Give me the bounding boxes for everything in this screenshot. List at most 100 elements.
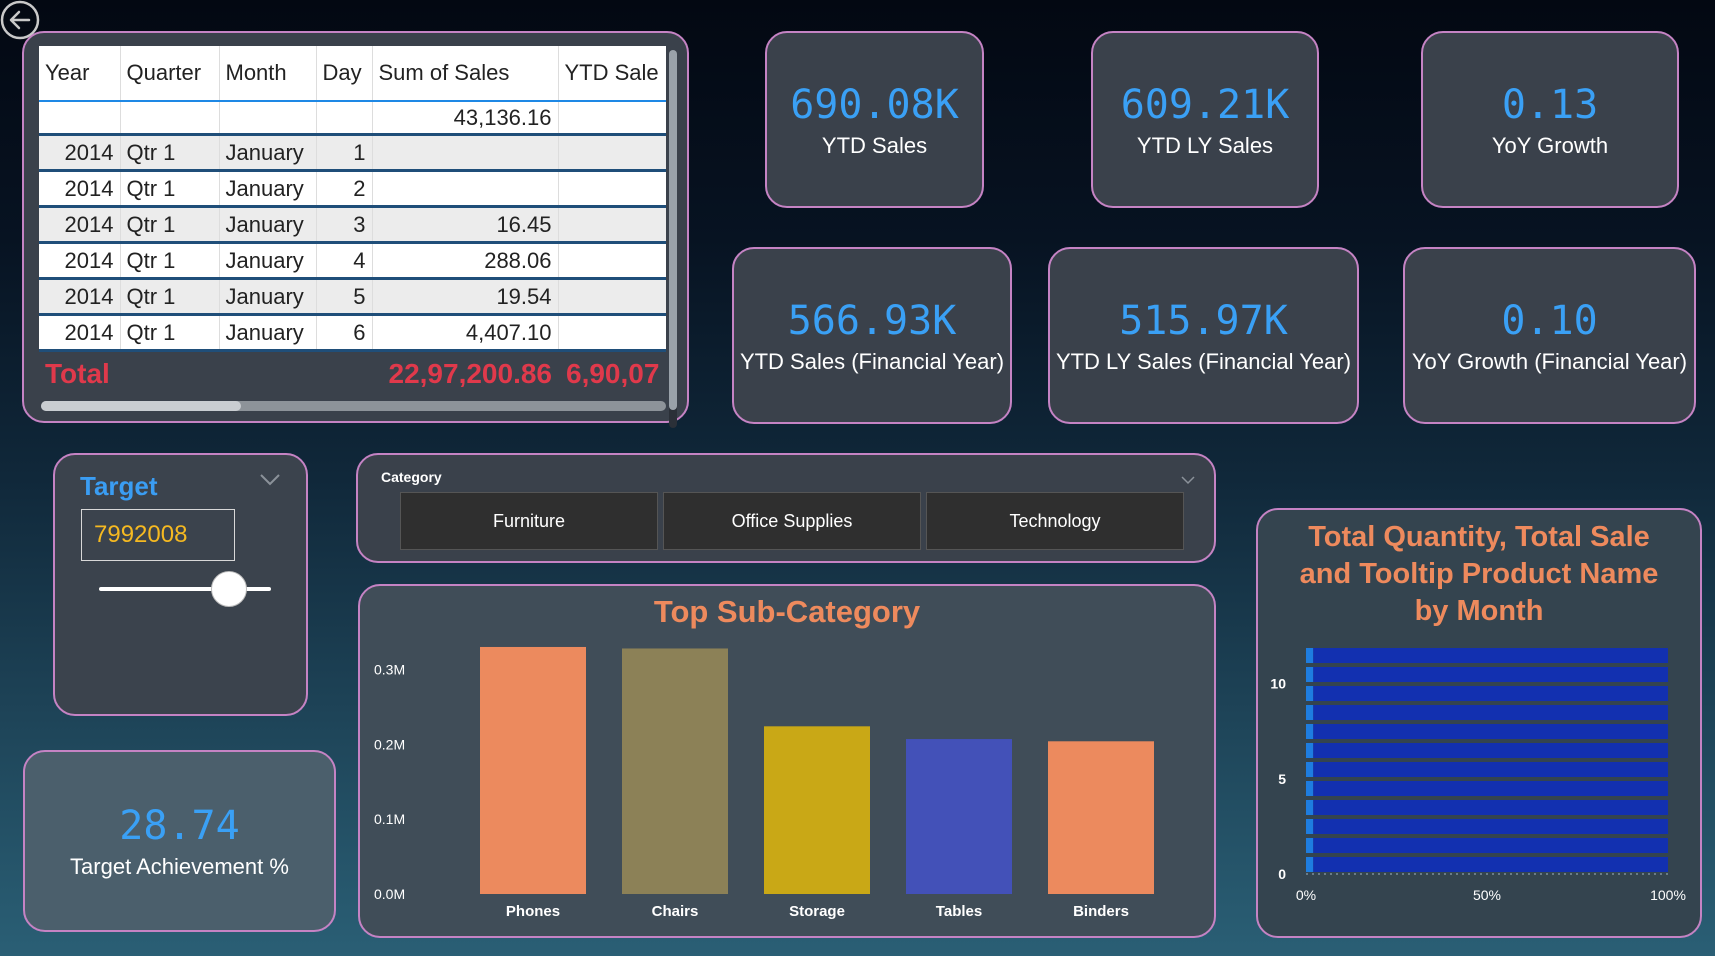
- chevron-down-icon[interactable]: [1180, 469, 1196, 490]
- table-row[interactable]: 2014 Qtr 1 January 6 4,407.10 4,: [39, 314, 666, 352]
- total-sum-of-sales: 22,97,200.86: [372, 350, 558, 387]
- table-cell: January: [219, 278, 317, 316]
- sales-table: Year Quarter Month Day Sum of Sales YTD …: [39, 46, 666, 387]
- kpi-card-yoy-growth-fy: 0.10 YoY Growth (Financial Year): [1403, 247, 1696, 424]
- col-header-ytd-sales[interactable]: YTD Sale: [558, 46, 666, 102]
- table-total-row: Total 22,97,200.86 6,90,07: [39, 350, 666, 387]
- table-cell: [558, 170, 666, 208]
- table-cell: Qtr 1: [120, 278, 220, 316]
- slider-handle[interactable]: [211, 571, 247, 607]
- stacked-bar-chart-svg: Total Quantity, Total Sale and Tooltip P…: [1270, 521, 1686, 903]
- table-row[interactable]: 2014 Qtr 1 January 3 16.45: [39, 206, 666, 244]
- bar-segment: [1313, 819, 1668, 834]
- total-label: Total: [39, 350, 372, 387]
- bar-segment: [1306, 705, 1314, 720]
- table-cell: 3: [316, 206, 373, 244]
- target-title: Target: [80, 471, 158, 501]
- table-cell: 2014: [39, 206, 121, 244]
- table-vertical-scrollbar[interactable]: [669, 50, 677, 428]
- table-cell: [120, 101, 220, 136]
- table-cell: 19.54: [372, 278, 559, 316]
- bar-segment: [1313, 724, 1668, 739]
- col-header-day[interactable]: Day: [316, 46, 373, 102]
- kpi-card-target-achievement: 28.74 Target Achievement %: [23, 750, 336, 932]
- target-value-input[interactable]: 7992008: [81, 509, 235, 561]
- table-row[interactable]: 2014 Qtr 1 January 5 19.54: [39, 278, 666, 316]
- scrollbar-thumb[interactable]: [669, 50, 677, 410]
- table-cell: [39, 101, 121, 136]
- col-header-sum-of-sales[interactable]: Sum of Sales: [372, 46, 559, 102]
- table-cell: 4,407.10: [372, 314, 559, 352]
- kpi-value: 28.74: [119, 803, 240, 849]
- quantity-sales-by-month-chart: Total Quantity, Total Sale and Tooltip P…: [1256, 508, 1702, 938]
- table-header-row: Year Quarter Month Day Sum of Sales YTD …: [39, 46, 666, 102]
- table-cell: [558, 134, 666, 172]
- bar-segment: [1313, 857, 1668, 872]
- y-tick-label: 0.1M: [374, 811, 405, 827]
- bar-segment: [1306, 762, 1314, 777]
- bar-segment: [1313, 838, 1668, 853]
- y-tick-label: 0.3M: [374, 661, 405, 677]
- table-row[interactable]: 2014 Qtr 1 January 4 288.06: [39, 242, 666, 280]
- table-cell: 4,: [558, 314, 666, 352]
- kpi-card-ytd-ly-sales-fy: 515.97K YTD LY Sales (Financial Year): [1048, 247, 1359, 424]
- bar: [480, 646, 586, 894]
- bar-segment: [1306, 743, 1314, 758]
- scrollbar-thumb[interactable]: [41, 401, 241, 411]
- table-cell: [372, 170, 559, 208]
- category-button-furniture[interactable]: Furniture: [400, 492, 658, 550]
- bar-segment: [1306, 724, 1314, 739]
- table-cell: Qtr 1: [120, 170, 220, 208]
- bar: [906, 739, 1012, 894]
- kpi-label: YTD LY Sales (Financial Year): [1055, 348, 1352, 374]
- table-cell: [558, 206, 666, 244]
- table-cell: 288.06: [372, 242, 559, 280]
- target-slider[interactable]: [99, 571, 271, 607]
- bar-segment: [1306, 819, 1314, 834]
- bar-segment: [1306, 838, 1314, 853]
- table-cell: Qtr 1: [120, 314, 220, 352]
- category-button-office-supplies[interactable]: Office Supplies: [663, 492, 921, 550]
- table-cell: 5: [316, 278, 373, 316]
- x-tick-label: Binders: [1073, 903, 1129, 920]
- table-cell: 2014: [39, 170, 121, 208]
- table-cell: [219, 101, 317, 136]
- kpi-card-ytd-ly-sales: 609.21K YTD LY Sales: [1091, 31, 1319, 208]
- table-cell: [558, 278, 666, 316]
- table-cell: 2014: [39, 314, 121, 352]
- y-tick-label: 5: [1278, 771, 1286, 787]
- x-tick-label: 0%: [1296, 887, 1316, 903]
- col-header-quarter[interactable]: Quarter: [120, 46, 220, 102]
- chart-title-line: and Tooltip Product Name: [1300, 558, 1659, 590]
- table-cell: January: [219, 314, 317, 352]
- bar-segment: [1313, 686, 1668, 701]
- table-cell: January: [219, 134, 317, 172]
- category-slicer: Category Furniture Office Supplies Techn…: [356, 453, 1216, 563]
- bar-segment: [1306, 686, 1314, 701]
- table-cell: Qtr 1: [120, 206, 220, 244]
- table-row[interactable]: 2014 Qtr 1 January 1: [39, 134, 666, 172]
- x-tick-label: 50%: [1473, 887, 1501, 903]
- kpi-label: YoY Growth (Financial Year): [1411, 348, 1688, 374]
- kpi-label: YTD Sales (Financial Year): [739, 348, 1005, 374]
- table-cell: January: [219, 242, 317, 280]
- kpi-label: Target Achievement %: [70, 854, 289, 879]
- col-header-year[interactable]: Year: [39, 46, 121, 102]
- bar-segment: [1313, 800, 1668, 815]
- table-row[interactable]: 2014 Qtr 1 January 2: [39, 170, 666, 208]
- table-cell: [558, 101, 666, 136]
- table-cell: 2014: [39, 134, 121, 172]
- table-row[interactable]: 43,136.16: [39, 101, 666, 136]
- chevron-down-icon[interactable]: [259, 471, 281, 492]
- bar-segment: [1313, 781, 1668, 796]
- col-header-month[interactable]: Month: [219, 46, 317, 102]
- chart-title-line: Total Quantity, Total Sale: [1308, 521, 1650, 553]
- x-tick-label: 100%: [1650, 887, 1686, 903]
- table-cell: 2014: [39, 242, 121, 280]
- category-button-technology[interactable]: Technology: [926, 492, 1184, 550]
- bar: [1048, 741, 1154, 894]
- bar: [764, 726, 870, 894]
- total-ytd-sales: 6,90,07: [558, 350, 666, 387]
- table-horizontal-scrollbar[interactable]: [41, 401, 666, 411]
- top-sub-category-chart: Top Sub-Category 0.0M 0.1M 0.2M 0.3M Phones Ch…: [358, 584, 1216, 938]
